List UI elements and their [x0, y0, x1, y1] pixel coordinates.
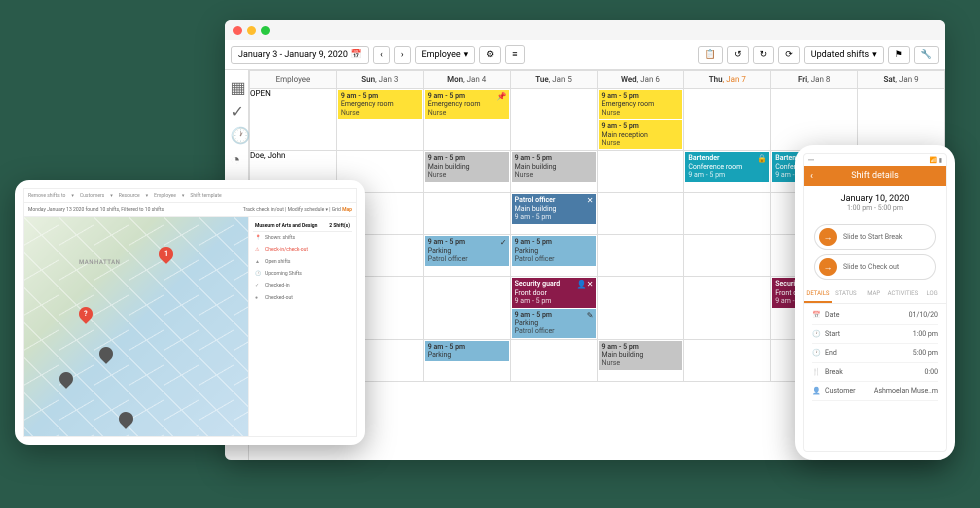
clock-icon[interactable]: 🕐	[231, 126, 243, 138]
edit-icon: ✎	[587, 311, 594, 321]
detail-row: 🕐Start1:00 pm	[812, 325, 938, 344]
tab-status[interactable]: STATUS	[832, 286, 860, 303]
tab-log[interactable]: LOG	[918, 286, 946, 303]
map-pin[interactable]: 1	[156, 244, 176, 264]
tablet-nav: Remove shifts to▾ Customers▾ Resource▾ E…	[24, 189, 356, 203]
slide-checkout[interactable]: →Slide to Check out	[814, 254, 936, 280]
panel-item[interactable]: ●Checked-out	[253, 292, 352, 304]
shift-card[interactable]: 9 am - 5 pmParkingPatrol officer✎	[512, 309, 596, 338]
slide-start-break[interactable]: →Slide to Start Break	[814, 224, 936, 250]
map-pin[interactable]	[56, 369, 76, 389]
filter-selector[interactable]: Updated shifts▾	[804, 46, 884, 64]
user-icon: 👤	[812, 387, 820, 395]
panel-item[interactable]: 🕐Upcoming Shifts	[253, 268, 352, 280]
panel-item[interactable]: ✓Checked-in	[253, 280, 352, 292]
map-side-panel: Museum of Arts and Design2 Shift(s) 📍Sho…	[248, 217, 356, 436]
flag-button[interactable]: ⚑	[888, 46, 910, 64]
shift-card[interactable]: 9 am - 5 pmMain buildingNurse	[599, 341, 683, 370]
map-view[interactable]: MANHATTAN 1 ?	[24, 217, 248, 436]
clipboard-button[interactable]: 📋	[698, 46, 723, 64]
gear-icon: ⚙	[486, 50, 494, 60]
tab-details[interactable]: DETAILS	[804, 286, 832, 303]
undo-button[interactable]: ↺	[727, 46, 749, 64]
back-icon[interactable]: ‹	[810, 171, 813, 182]
shift-card[interactable]: 9 am - 5 pmParkingPatrol officer	[512, 236, 596, 265]
shift-date: January 10, 2020 1:00 pm - 5:00 pm	[804, 186, 946, 220]
shift-card[interactable]: 9 am - 5 pmMain buildingNurse	[425, 152, 509, 181]
shift-card[interactable]: 9 am - 5 pmParking	[425, 341, 509, 362]
shift-card[interactable]: BartenderConference room9 am - 5 pm🔒	[685, 152, 769, 181]
shift-card[interactable]: 9 am - 5 pmEmergency roomNurse📌	[425, 90, 509, 119]
tools-button[interactable]: 🔧	[914, 46, 939, 64]
clock-icon: 🕐	[812, 349, 820, 357]
close-dot[interactable]	[233, 26, 242, 35]
next-button[interactable]: ›	[394, 46, 411, 64]
pin-icon: 📌	[497, 92, 507, 102]
detail-row: 📅Date01/10/20	[812, 306, 938, 325]
shift-card[interactable]: Patrol officerMain building9 am - 5 pm✕	[512, 194, 596, 223]
tablet-device: Remove shifts to▾ Customers▾ Resource▾ E…	[15, 180, 365, 445]
user-icon: 👤✕	[577, 280, 594, 290]
panel-item[interactable]: ▲Open shifts	[253, 256, 352, 268]
arrow-icon: →	[819, 228, 837, 246]
phone-device: •••📶 ▮ ‹ Shift details January 10, 2020 …	[795, 145, 955, 460]
shift-card[interactable]: 9 am - 5 pmEmergency roomNurse	[599, 90, 683, 119]
map-pin[interactable]	[96, 344, 116, 364]
check-icon: ✓	[500, 238, 507, 248]
shift-card[interactable]: 9 am - 5 pmEmergency roomNurse	[338, 90, 422, 119]
tab-activities[interactable]: ACTIVITIES	[888, 286, 918, 303]
toolbar: January 3 - January 9, 2020📅 ‹ › Employe…	[225, 40, 945, 70]
grid-icon[interactable]: ▦	[231, 78, 243, 90]
phone-header: ‹ Shift details	[804, 166, 946, 186]
shift-card[interactable]: 9 am - 5 pmMain receptionNurse	[599, 120, 683, 149]
employee-header: Employee	[250, 71, 337, 89]
detail-row: 🕐End5:00 pm	[812, 344, 938, 363]
shift-card[interactable]: 9 am - 5 pmMain buildingNurse	[512, 152, 596, 181]
clock-icon: 🕐	[812, 330, 820, 338]
shift-card[interactable]: 9 am - 5 pmParkingPatrol officer✓	[425, 236, 509, 265]
window-chrome	[225, 20, 945, 40]
list-icon: ≡	[512, 49, 517, 60]
view-selector[interactable]: Employee▾	[415, 46, 476, 64]
tablet-subbar: Monday January 13 2020 found 10 shifts, …	[24, 203, 356, 217]
detail-list: 📅Date01/10/20 🕐Start1:00 pm 🕐End5:00 pm …	[804, 304, 946, 403]
map-label: MANHATTAN	[79, 259, 120, 266]
map-pin[interactable]: ?	[76, 304, 96, 324]
phone-statusbar: •••📶 ▮	[804, 154, 946, 166]
refresh-button[interactable]: ⟳	[778, 46, 800, 64]
shift-card[interactable]: Security guardFront door9 am - 5 pm👤✕	[512, 278, 596, 307]
max-dot[interactable]	[261, 26, 270, 35]
min-dot[interactable]	[247, 26, 256, 35]
employee-row[interactable]: OPEN	[250, 89, 337, 151]
date-range-picker[interactable]: January 3 - January 9, 2020📅	[231, 46, 369, 64]
break-icon: 🍴	[812, 368, 820, 376]
pie-icon[interactable]: ◔	[231, 150, 243, 162]
calendar-icon: 📅	[812, 311, 820, 319]
redo-button[interactable]: ↻	[753, 46, 775, 64]
settings-button[interactable]: ⚙	[479, 46, 501, 64]
arrow-icon: →	[819, 258, 837, 276]
check-icon: ✕	[587, 196, 594, 206]
detail-row: 👤CustomerAshmoelan Muse..m	[812, 382, 938, 401]
calendar-icon: 📅	[351, 50, 362, 60]
lock-icon: 🔒	[757, 154, 767, 164]
list-button[interactable]: ≡	[505, 45, 524, 64]
tab-map[interactable]: MAP	[860, 286, 888, 303]
map-pin[interactable]	[116, 409, 136, 429]
check-icon[interactable]: ✓	[231, 102, 243, 114]
prev-button[interactable]: ‹	[373, 46, 390, 64]
detail-row: 🍴Break0:00	[812, 363, 938, 382]
panel-item[interactable]: 📍Shown: shifts	[253, 232, 352, 244]
panel-item[interactable]: ⚠Check-in/check-out	[253, 244, 352, 256]
detail-tabs: DETAILS STATUS MAP ACTIVITIES LOG	[804, 286, 946, 304]
